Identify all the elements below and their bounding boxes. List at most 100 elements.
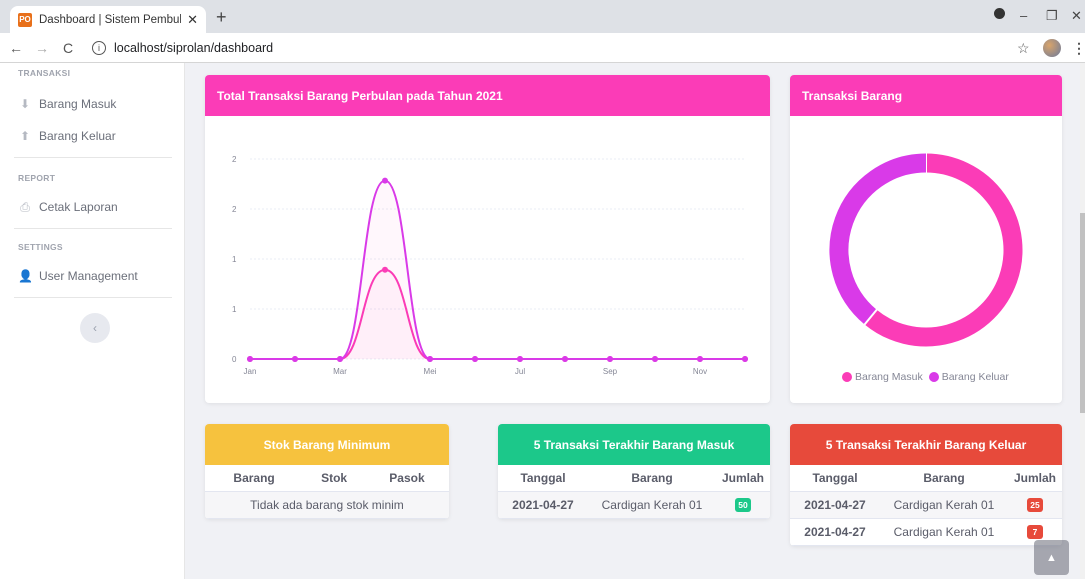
legend-label: Barang Keluar	[941, 371, 1009, 383]
browser-tab[interactable]: PO Dashboard | Sistem Pembukuan ✕	[10, 6, 206, 33]
column-header: Pasok	[364, 465, 449, 492]
table-row: Tidak ada barang stok minim	[205, 491, 449, 519]
stok-minimum-card: Stok Barang Minimum Barang Stok Pasok Ti…	[205, 424, 449, 519]
transaksi-masuk-table: Tanggal Barang Jumlah 2021-04-27 Cardiga…	[498, 465, 770, 519]
sidebar-item-label: User Management	[39, 269, 138, 283]
transaksi-keluar-table: Tanggal Barang Jumlah 2021-04-27 Cardiga…	[790, 465, 1062, 546]
transaksi-keluar-title: 5 Transaksi Terakhir Barang Keluar	[790, 424, 1062, 465]
profile-avatar[interactable]	[1043, 39, 1061, 57]
data-point	[382, 266, 388, 273]
page-scrollbar[interactable]	[1080, 63, 1085, 579]
sidebar-divider	[14, 228, 172, 229]
sidebar-heading-transaksi: TRANSAKSI	[18, 68, 71, 78]
minimize-button[interactable]: –	[1020, 8, 1027, 23]
sidebar-heading-settings: SETTINGS	[18, 242, 63, 252]
scroll-to-top-button[interactable]: ▲	[1034, 540, 1069, 575]
line-chart-card: Total Transaksi Barang Perbulan pada Tah…	[205, 75, 770, 403]
download-icon: ⬇	[19, 97, 31, 111]
cell-barang: Cardigan Kerah 01	[880, 491, 1008, 519]
data-point	[247, 356, 253, 362]
x-tick-label: Mar	[333, 367, 347, 376]
address-bar: ← → C i localhost/siprolan/dashboard	[0, 33, 1085, 63]
sidebar-divider	[14, 157, 172, 158]
cell-tanggal: 2021-04-27	[790, 491, 880, 519]
column-header: Jumlah	[716, 465, 770, 492]
legend-marker	[928, 372, 939, 382]
transaksi-masuk-card: 5 Transaksi Terakhir Barang Masuk Tangga…	[498, 424, 770, 519]
data-point	[427, 356, 433, 362]
series-area	[250, 269, 745, 359]
stok-minimum-table: Barang Stok Pasok Tidak ada barang stok …	[205, 465, 449, 519]
cell-tanggal: 2021-04-27	[498, 491, 588, 519]
reload-icon[interactable]: C	[58, 40, 78, 56]
forward-icon[interactable]: →	[32, 40, 52, 56]
restore-button[interactable]: ❐	[1046, 8, 1058, 24]
sidebar-item-label: Barang Keluar	[39, 129, 116, 143]
column-header: Jumlah	[1008, 465, 1062, 492]
sidebar-item-cetak-laporan[interactable]: ⎙ Cetak Laporan	[18, 200, 118, 214]
menu-kebab-icon[interactable]: ⋮	[1072, 40, 1085, 57]
data-point	[742, 356, 748, 362]
data-point	[472, 356, 478, 362]
y-tick-label: 1	[232, 305, 237, 314]
close-window-button[interactable]: ✕	[1071, 8, 1082, 24]
column-header: Tanggal	[498, 465, 588, 492]
table-row: 2021-04-27 Cardigan Kerah 01 7	[790, 518, 1062, 546]
sidebar: TRANSAKSI ⬇ Barang Masuk ⬆ Barang Keluar…	[0, 63, 185, 579]
data-point	[562, 356, 568, 362]
jumlah-badge: 7	[1027, 525, 1043, 539]
empty-message: Tidak ada barang stok minim	[205, 491, 449, 519]
y-tick-label: 2	[232, 155, 237, 164]
sidebar-item-barang-masuk[interactable]: ⬇ Barang Masuk	[18, 97, 116, 111]
stok-minimum-title: Stok Barang Minimum	[205, 424, 449, 465]
donut-chart-title: Transaksi Barang	[790, 75, 1062, 116]
data-point	[607, 356, 613, 362]
data-point	[652, 356, 658, 362]
sidebar-divider	[14, 297, 172, 298]
data-point	[517, 356, 523, 362]
url-text[interactable]: localhost/siprolan/dashboard	[114, 41, 273, 55]
info-icon[interactable]: i	[92, 40, 106, 55]
y-tick-label: 2	[232, 205, 237, 214]
series-line	[250, 268, 745, 360]
sidebar-item-barang-keluar[interactable]: ⬆ Barang Keluar	[18, 129, 116, 143]
scrollbar-thumb[interactable]	[1080, 213, 1085, 413]
column-header: Barang	[588, 465, 716, 492]
donut-legend: Barang Masuk Barang Keluar	[842, 371, 1009, 383]
line-chart: 0 1 1 2 2 Jan Mar Mei Jul Sep Nov	[232, 155, 748, 376]
legend-label: Barang Masuk	[855, 371, 923, 383]
close-tab-icon[interactable]: ✕	[187, 12, 198, 28]
sidebar-toggle-button[interactable]: ‹	[80, 313, 110, 343]
donut-chart	[829, 152, 1023, 347]
donut-chart-card: Transaksi Barang Barang Masuk Barang Kel…	[790, 75, 1062, 403]
column-header: Barang	[880, 465, 1008, 492]
data-point	[292, 356, 298, 362]
jumlah-badge: 25	[1027, 498, 1043, 512]
new-tab-button[interactable]: +	[216, 7, 227, 28]
data-point	[337, 356, 343, 362]
line-chart-title: Total Transaksi Barang Perbulan pada Tah…	[205, 75, 770, 116]
account-icon[interactable]	[994, 7, 1005, 22]
table-row: 2021-04-27 Cardigan Kerah 01 50	[498, 491, 770, 519]
user-plus-icon: 👤	[18, 269, 33, 283]
back-icon[interactable]: ←	[6, 40, 26, 56]
donut-slice	[829, 153, 927, 325]
table-row: 2021-04-27 Cardigan Kerah 01 25	[790, 491, 1062, 519]
jumlah-badge: 50	[735, 498, 751, 512]
donut-slice	[864, 153, 1023, 347]
browser-tab-bar: PO Dashboard | Sistem Pembukuan ✕ + – ❐ …	[0, 0, 1085, 33]
print-icon: ⎙	[20, 200, 30, 214]
transaksi-keluar-card: 5 Transaksi Terakhir Barang Keluar Tangg…	[790, 424, 1062, 546]
series-line	[250, 179, 745, 360]
y-tick-label: 0	[232, 355, 237, 364]
y-tick-label: 1	[232, 255, 237, 264]
column-header: Tanggal	[790, 465, 880, 492]
sidebar-item-label: Barang Masuk	[39, 97, 117, 111]
cell-barang: Cardigan Kerah 01	[880, 518, 1008, 546]
data-point	[697, 356, 703, 362]
cell-tanggal: 2021-04-27	[790, 518, 880, 546]
x-tick-label: Sep	[603, 367, 618, 376]
bookmark-star-icon[interactable]: ☆	[1017, 40, 1030, 57]
x-tick-label: Nov	[693, 367, 707, 376]
sidebar-item-user-management[interactable]: 👤 User Management	[18, 269, 138, 283]
